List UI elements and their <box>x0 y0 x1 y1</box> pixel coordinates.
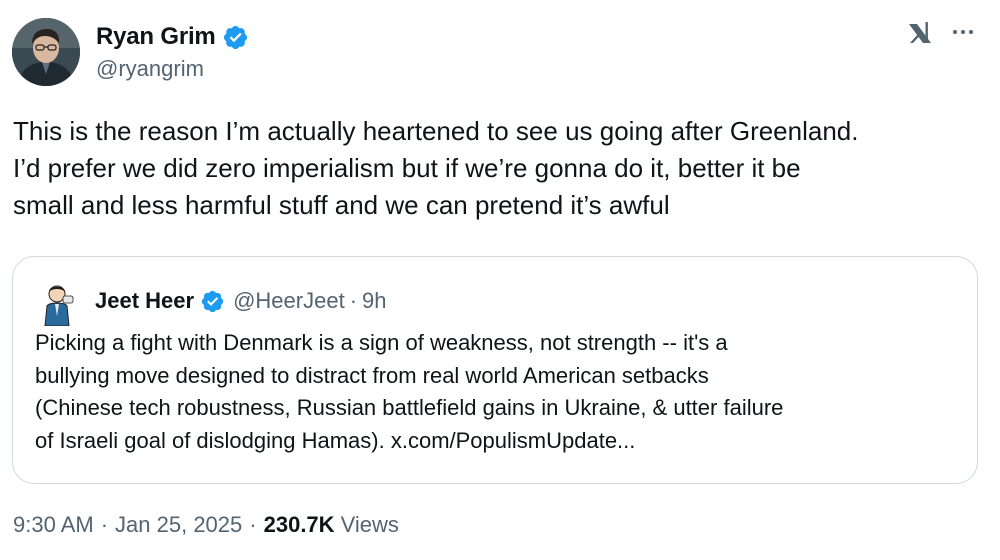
tweet-time[interactable]: 9:30 AM <box>13 512 94 538</box>
quoted-separator: · <box>349 288 358 313</box>
tweet-meta: 9:30 AM · Jan 25, 2025 · 230.7K Views <box>13 512 399 538</box>
views-label[interactable]: Views <box>341 512 399 538</box>
verified-badge-icon <box>222 24 249 51</box>
quoted-author-avatar[interactable] <box>35 282 79 327</box>
tweet-text: This is the reason I’m actually heartene… <box>13 116 859 220</box>
verified-badge-icon <box>200 289 225 314</box>
quoted-author-handle[interactable]: @HeerJeet <box>233 288 345 314</box>
author-avatar[interactable] <box>12 18 80 86</box>
tweet-card: Ryan Grim @ryangrim This is the reason I… <box>0 0 1000 560</box>
author-handle[interactable]: @ryangrim <box>96 56 204 82</box>
tweet-date[interactable]: Jan 25, 2025 <box>115 512 242 538</box>
author-avatar-image <box>12 18 80 86</box>
quoted-author-display-name[interactable]: Jeet Heer <box>95 288 194 314</box>
quoted-tweet-text: Picking a fight with Denmark is a sign o… <box>35 330 784 453</box>
x-logo-icon[interactable] <box>905 18 935 48</box>
more-options-button[interactable] <box>946 17 980 47</box>
more-horizontal-icon <box>953 30 957 34</box>
more-dot <box>969 30 973 34</box>
quoted-timestamp[interactable]: 9h <box>362 288 386 314</box>
meta-separator: · <box>249 512 257 537</box>
more-dot <box>961 30 965 34</box>
author-display-name[interactable]: Ryan Grim <box>96 23 216 51</box>
quoted-tweet-header: Jeet Heer @HeerJeet · 9h <box>95 285 387 317</box>
quoted-tweet-card[interactable]: Jeet Heer @HeerJeet · 9h Picking a fight… <box>12 256 978 484</box>
views-count[interactable]: 230.7K <box>264 512 335 538</box>
author-name-row: Ryan Grim <box>96 21 249 53</box>
meta-separator: · <box>100 512 109 537</box>
